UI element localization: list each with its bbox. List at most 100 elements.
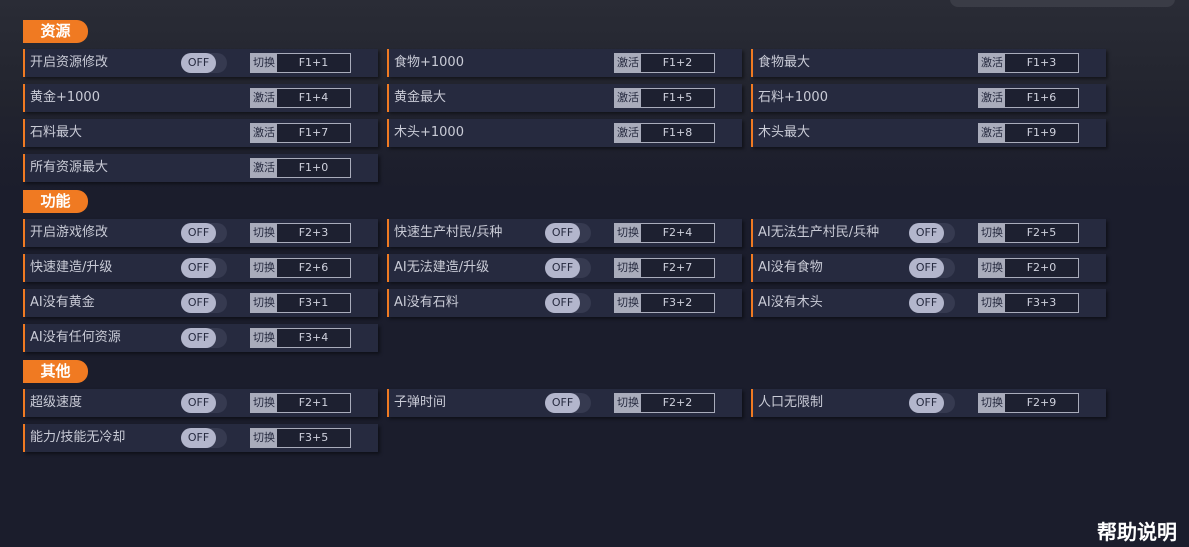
hotkey-box[interactable]: 激活 F1+2	[614, 53, 715, 73]
option-row: AI无法建造/升级 OFF 切换 F2+7	[387, 254, 742, 282]
option-row: 能力/技能无冷却 OFF 切换 F3+5	[23, 424, 378, 452]
option-toggle[interactable]: OFF	[909, 293, 955, 313]
option-toggle[interactable]: OFF	[181, 328, 227, 348]
hotkey-box[interactable]: 切换 F2+3	[250, 223, 351, 243]
option-toggle[interactable]: OFF	[909, 223, 955, 243]
help-link[interactable]: 帮助说明	[1097, 516, 1177, 545]
hotkey-box[interactable]: 切换 F3+1	[250, 293, 351, 313]
option-toggle[interactable]: OFF	[181, 428, 227, 448]
hotkey-value: F2+3	[298, 226, 329, 239]
hotkey-box[interactable]: 切换 F2+4	[614, 223, 715, 243]
hotkey-box[interactable]: 激活 F1+3	[978, 53, 1079, 73]
hotkey-value: F2+6	[298, 261, 329, 274]
option-label: 快速生产村民/兵种	[394, 225, 503, 240]
option-row: 超级速度 OFF 切换 F2+1	[23, 389, 378, 417]
hotkey-box[interactable]: 激活 F1+7	[250, 123, 351, 143]
toggle-state: OFF	[909, 258, 944, 278]
option-row: 快速建造/升级 OFF 切换 F2+6	[23, 254, 378, 282]
option-toggle[interactable]: OFF	[181, 393, 227, 413]
hotkey-box[interactable]: 激活 F1+8	[614, 123, 715, 143]
hotkey-box[interactable]: 激活 F1+9	[978, 123, 1079, 143]
hotkey-box[interactable]: 切换 F3+4	[250, 328, 351, 348]
option-label: 石料+1000	[758, 90, 828, 105]
hotkey-action: 激活	[251, 89, 277, 107]
toggle-state: OFF	[181, 293, 216, 313]
option-row: 开启资源修改 OFF 切换 F1+1	[23, 49, 378, 77]
option-row: 石料+1000 激活 F1+6	[751, 84, 1106, 112]
hotkey-action: 激活	[251, 159, 277, 177]
hotkey-box[interactable]: 切换 F2+9	[978, 393, 1079, 413]
hotkey-value: F1+5	[662, 91, 693, 104]
hotkey-box[interactable]: 切换 F2+7	[614, 258, 715, 278]
hotkey-box[interactable]: 切换 F3+2	[614, 293, 715, 313]
option-row: 人口无限制 OFF 切换 F2+9	[751, 389, 1106, 417]
hotkey-value: F3+5	[298, 431, 329, 444]
option-row: 木头最大 激活 F1+9	[751, 119, 1106, 147]
option-toggle[interactable]: OFF	[909, 258, 955, 278]
option-toggle[interactable]: OFF	[181, 53, 227, 73]
toggle-state: OFF	[181, 328, 216, 348]
hotkey-box[interactable]: 切换 F2+0	[978, 258, 1079, 278]
option-toggle[interactable]: OFF	[545, 293, 591, 313]
toggle-state: OFF	[545, 393, 580, 413]
hotkey-box[interactable]: 激活 F1+0	[250, 158, 351, 178]
hotkey-action: 切换	[979, 259, 1005, 277]
hotkey-action: 切换	[251, 429, 277, 447]
hotkey-box[interactable]: 切换 F2+1	[250, 393, 351, 413]
hotkey-action: 切换	[979, 294, 1005, 312]
hotkey-box[interactable]: 切换 F2+6	[250, 258, 351, 278]
option-label: AI无法建造/升级	[394, 260, 490, 275]
hotkey-box[interactable]: 激活 F1+4	[250, 88, 351, 108]
option-label: 快速建造/升级	[30, 260, 113, 275]
option-label: 黄金最大	[394, 90, 447, 105]
option-toggle[interactable]: OFF	[545, 393, 591, 413]
option-label: 木头+1000	[394, 125, 464, 140]
option-toggle[interactable]: OFF	[909, 393, 955, 413]
hotkey-box[interactable]: 激活 F1+5	[614, 88, 715, 108]
option-label: AI没有石料	[394, 295, 459, 310]
option-row: AI没有石料 OFF 切换 F3+2	[387, 289, 742, 317]
hotkey-box[interactable]: 切换 F2+5	[978, 223, 1079, 243]
option-row: 黄金最大 激活 F1+5	[387, 84, 742, 112]
option-label: 黄金+1000	[30, 90, 100, 105]
toggle-state: OFF	[181, 223, 216, 243]
hotkey-action: 激活	[979, 54, 1005, 72]
hotkey-action: 切换	[615, 394, 641, 412]
toggle-state: OFF	[181, 428, 216, 448]
option-toggle[interactable]: OFF	[181, 293, 227, 313]
hotkey-action: 激活	[979, 124, 1005, 142]
hotkey-value: F3+4	[298, 331, 329, 344]
hotkey-box[interactable]: 切换 F1+1	[250, 53, 351, 73]
hotkey-action: 切换	[615, 224, 641, 242]
hotkey-box[interactable]: 切换 F3+3	[978, 293, 1079, 313]
hotkey-box[interactable]: 切换 F2+2	[614, 393, 715, 413]
option-label: 开启游戏修改	[30, 225, 109, 240]
hotkey-box[interactable]: 切换 F3+5	[250, 428, 351, 448]
option-row: AI无法生产村民/兵种 OFF 切换 F2+5	[751, 219, 1106, 247]
hotkey-action: 切换	[615, 259, 641, 277]
hotkey-value: F2+0	[1026, 261, 1057, 274]
option-label: 木头最大	[758, 125, 811, 140]
hotkey-value: F3+1	[298, 296, 329, 309]
hotkey-action: 切换	[615, 294, 641, 312]
option-toggle[interactable]: OFF	[181, 223, 227, 243]
option-row: AI没有黄金 OFF 切换 F3+1	[23, 289, 378, 317]
option-label: AI没有黄金	[30, 295, 95, 310]
hotkey-action: 切换	[251, 259, 277, 277]
option-row: 快速生产村民/兵种 OFF 切换 F2+4	[387, 219, 742, 247]
option-toggle[interactable]: OFF	[181, 258, 227, 278]
toggle-state: OFF	[181, 393, 216, 413]
hotkey-action: 激活	[615, 54, 641, 72]
top-bar-field[interactable]	[950, 0, 1175, 7]
option-label: 食物+1000	[394, 55, 464, 70]
option-toggle[interactable]: OFF	[545, 223, 591, 243]
hotkey-value: F1+9	[1026, 126, 1057, 139]
option-toggle[interactable]: OFF	[545, 258, 591, 278]
option-row: 子弹时间 OFF 切换 F2+2	[387, 389, 742, 417]
hotkey-box[interactable]: 激活 F1+6	[978, 88, 1079, 108]
hotkey-value: F2+5	[1026, 226, 1057, 239]
hotkey-action: 激活	[615, 124, 641, 142]
option-row: AI没有任何资源 OFF 切换 F3+4	[23, 324, 378, 352]
hotkey-value: F1+0	[298, 161, 329, 174]
option-label: AI没有木头	[758, 295, 823, 310]
